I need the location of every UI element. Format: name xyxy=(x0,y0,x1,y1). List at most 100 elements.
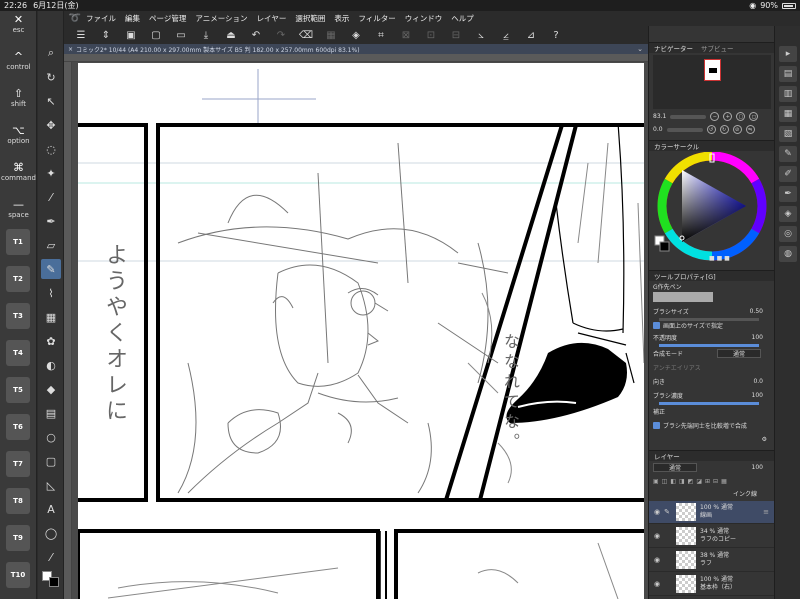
material-icon[interactable]: ▤ xyxy=(779,66,797,82)
t5-key[interactable]: T5 xyxy=(6,377,30,403)
layer-blend-row[interactable]: 通常 100 xyxy=(653,462,771,473)
reset-rotation-icon[interactable]: ⊘ xyxy=(732,125,742,134)
menu-animation[interactable]: アニメーション xyxy=(195,13,247,24)
rotate-view-icon[interactable]: ↻ xyxy=(41,67,61,87)
blend-icon[interactable]: ◐ xyxy=(41,355,61,375)
flip-icon[interactable]: ⇋ xyxy=(745,125,755,134)
menu-view[interactable]: 表示 xyxy=(334,13,349,24)
t7-key[interactable]: T7 xyxy=(6,451,30,477)
crop-icon[interactable]: ⊡ xyxy=(422,27,440,43)
sub-color-swatch[interactable] xyxy=(49,577,59,587)
eye-icon[interactable]: ◉ xyxy=(652,580,662,588)
navigator-header[interactable]: ナビゲーター サブビュー xyxy=(649,42,775,53)
menu-help[interactable]: ヘルプ xyxy=(451,13,474,24)
canvas-paper[interactable]: ようやくオレに ななれてな。 xyxy=(78,63,644,599)
brush-icon[interactable]: ⌇ xyxy=(41,283,61,303)
eye-icon[interactable]: ◉ xyxy=(652,556,662,564)
airbrush-icon[interactable]: ▦ xyxy=(41,307,61,327)
new-file-icon[interactable]: ▢ xyxy=(147,27,165,43)
sub-tool-icon[interactable]: ✎ xyxy=(779,146,797,162)
lasso-icon[interactable]: ◌ xyxy=(41,139,61,159)
layer-panel-header[interactable]: レイヤー xyxy=(649,450,775,461)
document-tab[interactable]: × コミック2* 10/44 (A4 210.00 x 297.00mm 製本サ… xyxy=(64,44,648,54)
command-key[interactable]: ⌘ command xyxy=(0,162,37,183)
invert-selection-icon[interactable]: ⊟ xyxy=(447,27,465,43)
zoom-icon[interactable]: ⌕ xyxy=(41,43,61,63)
fill-icon[interactable]: ◆ xyxy=(41,379,61,399)
t3-key[interactable]: T3 xyxy=(6,303,30,329)
frame-border-icon[interactable]: ▢ xyxy=(41,451,61,471)
ruler-snap-icon[interactable]: ⦣ xyxy=(472,27,490,43)
layer-blend-select[interactable]: 通常 xyxy=(653,463,697,472)
rotate-right-icon[interactable]: ↻ xyxy=(719,125,729,134)
menu-file[interactable]: ファイル xyxy=(86,13,116,24)
color-history-icon[interactable]: ◍ xyxy=(779,246,797,262)
auto-action-icon[interactable]: ▧ xyxy=(779,126,797,142)
eye-icon[interactable]: ◉ xyxy=(652,508,662,516)
balloon-icon[interactable]: ◯ xyxy=(41,523,61,543)
t1-key[interactable]: T1 xyxy=(6,229,30,255)
rotate-slider[interactable] xyxy=(666,127,703,132)
navigator-preview[interactable] xyxy=(653,55,771,109)
layer-row-rough-copy[interactable]: ◉ 34 % 通常 ラフのコピー xyxy=(649,525,775,548)
stabilize-row[interactable]: 補正 xyxy=(653,406,771,417)
t6-key[interactable]: T6 xyxy=(6,414,30,440)
grid-snap-icon[interactable]: ⊿ xyxy=(522,27,540,43)
actual-size-icon[interactable]: ◻ xyxy=(749,112,759,121)
navigator-thumbnail[interactable] xyxy=(704,59,721,81)
open-folder-icon[interactable]: ▭ xyxy=(172,27,190,43)
export-icon[interactable]: ⏏ xyxy=(222,27,240,43)
rotate-left-icon[interactable]: ↺ xyxy=(706,125,716,134)
blend-mode-select[interactable]: 通常 xyxy=(717,349,761,358)
vertical-ruler[interactable] xyxy=(64,62,72,599)
reference-icon[interactable]: ◎ xyxy=(779,226,797,242)
zoom-slider[interactable] xyxy=(670,114,707,119)
opacity-bar[interactable] xyxy=(659,344,759,347)
chevron-down-icon[interactable]: ⌄ xyxy=(637,45,643,53)
menu-edit[interactable]: 編集 xyxy=(125,13,140,24)
app-logo-icon[interactable]: ➰ xyxy=(64,13,86,24)
pen-icon[interactable]: ✒ xyxy=(41,211,61,231)
sub-tool-detail-icon[interactable]: ✒ xyxy=(779,186,797,202)
layer-folder-row[interactable]: インク線 xyxy=(653,488,771,498)
magic-wand-icon[interactable]: ✦ xyxy=(41,163,61,183)
color-wheel-graphic[interactable]: ■ ■ ■ xyxy=(649,151,775,264)
menu-page[interactable]: ページ管理 xyxy=(149,13,186,24)
direction-row[interactable]: 向き 0.0 xyxy=(653,376,771,387)
history-icon[interactable]: ▦ xyxy=(779,106,797,122)
t9-key[interactable]: T9 xyxy=(6,525,30,551)
layer-tool-icons[interactable]: ▣◫◧◨◩◪⊞⊟▦ xyxy=(653,478,730,485)
color-set-icon[interactable]: ◈ xyxy=(779,206,797,222)
help-icon[interactable]: ? xyxy=(547,27,565,43)
correct-line-icon[interactable]: ⁄ xyxy=(41,547,61,567)
panel-collapse-icon[interactable]: ▸ xyxy=(779,46,797,62)
deselect-icon[interactable]: ⊠ xyxy=(397,27,415,43)
pencil-icon[interactable]: ✎ xyxy=(41,259,61,279)
eye-icon[interactable]: ◉ xyxy=(652,532,662,540)
document-close-icon[interactable]: × xyxy=(68,46,73,53)
canvas-area[interactable]: ようやくオレに ななれてな。 xyxy=(64,54,648,599)
t2-key[interactable]: T2 xyxy=(6,266,30,292)
t4-key[interactable]: T4 xyxy=(6,340,30,366)
menu-filter[interactable]: フィルター xyxy=(358,13,395,24)
brush-size-row[interactable]: ブラシサイズ 0.50 xyxy=(653,306,771,317)
subview-tab[interactable]: サブビュー xyxy=(701,43,734,53)
zoom-in-icon[interactable]: + xyxy=(723,112,733,121)
layer-row-frame[interactable]: ◉ 100 % 通常 基本枠（右） xyxy=(649,573,775,596)
clear-icon[interactable]: ⌫ xyxy=(297,27,315,43)
brush-tip-icon[interactable]: ✐ xyxy=(779,166,797,182)
horizontal-ruler[interactable] xyxy=(64,54,648,62)
eraser-icon[interactable]: ▱ xyxy=(41,235,61,255)
page-thumb-icon[interactable]: ▣ xyxy=(122,27,140,43)
menu-list-icon[interactable]: ☰ xyxy=(72,27,90,43)
redo-icon[interactable]: ↷ xyxy=(272,27,290,43)
object-select-icon[interactable]: ↖ xyxy=(41,91,61,111)
special-ruler-snap-icon[interactable]: ⦤ xyxy=(497,27,515,43)
t10-key[interactable]: T10 xyxy=(6,562,30,588)
transform-icon[interactable]: ⌗ xyxy=(372,27,390,43)
decoration-icon[interactable]: ✿ xyxy=(41,331,61,351)
screen-size-row[interactable]: 画面上のサイズで指定 xyxy=(653,320,771,331)
color-wheel[interactable]: ■ ■ ■ xyxy=(649,151,775,264)
save-icon[interactable]: ⤓ xyxy=(197,27,215,43)
menu-layer[interactable]: レイヤー xyxy=(257,13,287,24)
